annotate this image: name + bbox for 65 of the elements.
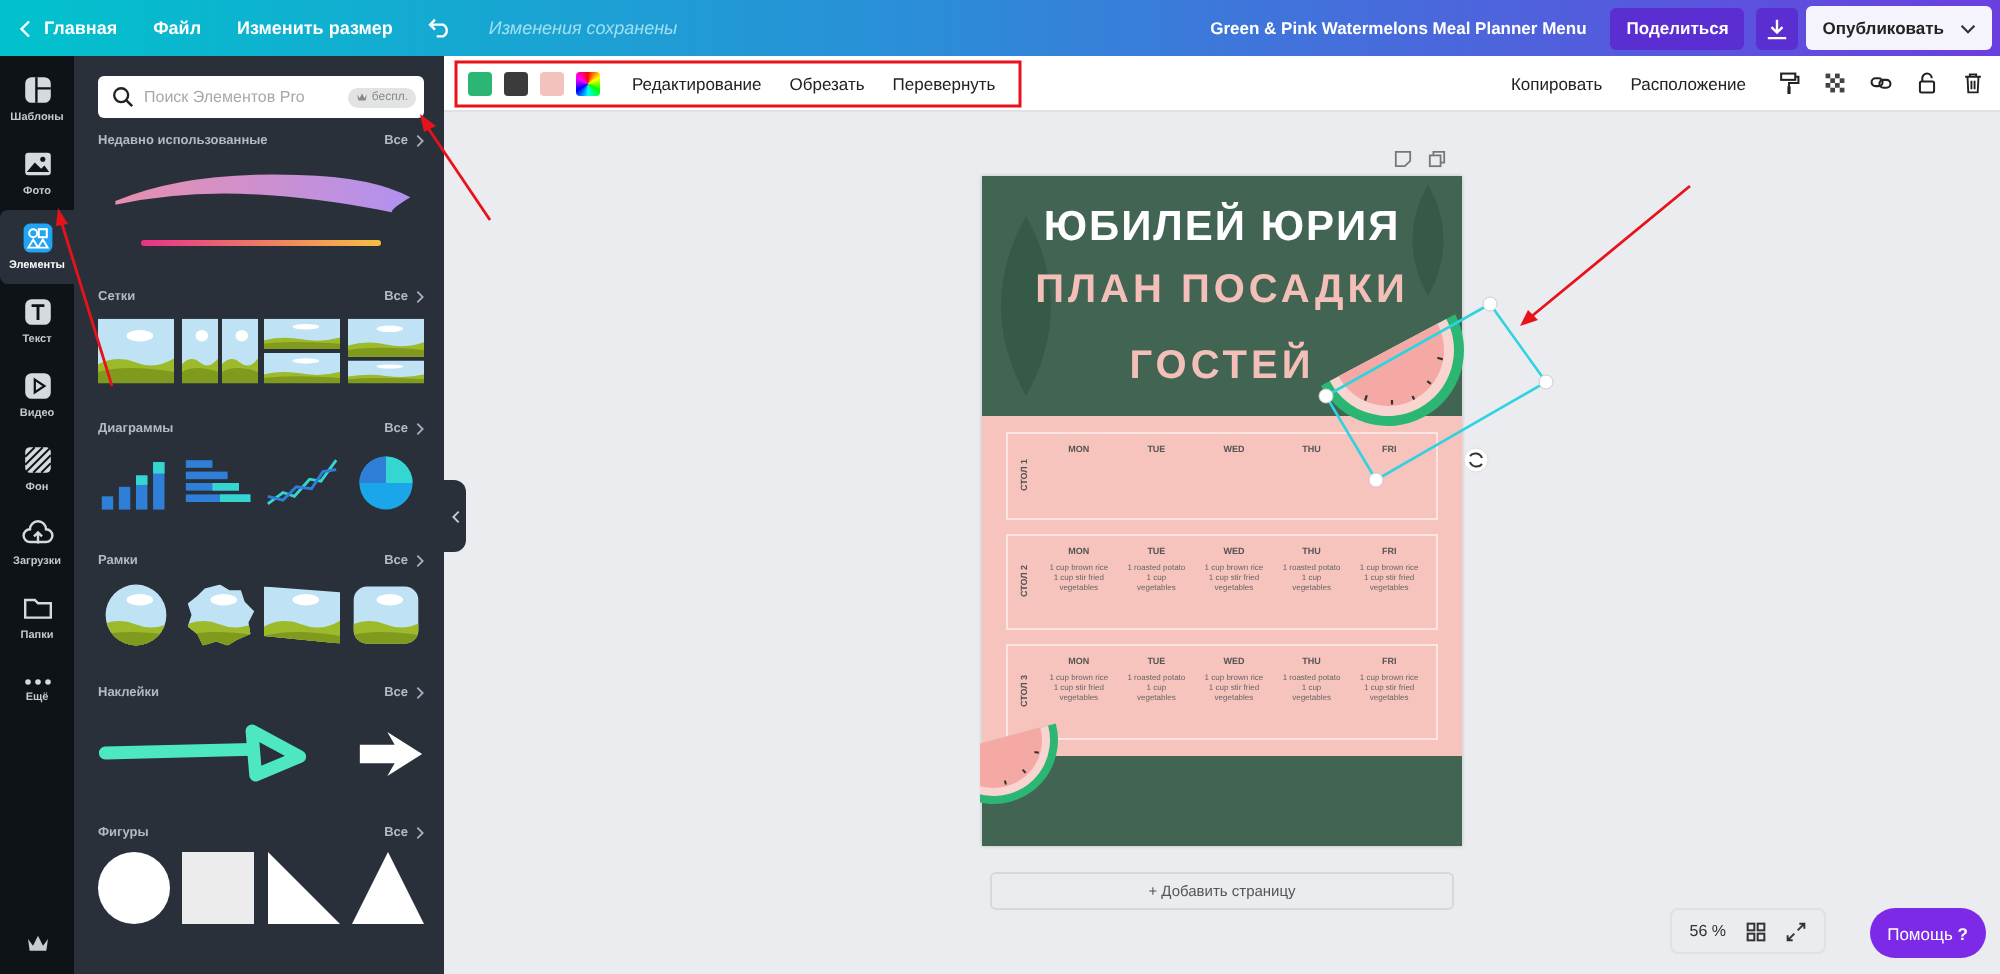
circle-shape[interactable] (98, 852, 170, 924)
chevron-right-icon (416, 422, 424, 436)
triangle-shape[interactable] (351, 852, 424, 924)
chevron-left-icon (451, 509, 459, 523)
image-icon (21, 148, 53, 180)
document-title: Green & Pink Watermelons Meal Planner Menu (1210, 18, 1587, 38)
chevron-right-icon (416, 290, 424, 304)
toolbar-button[interactable]: Копировать (1502, 73, 1611, 93)
download-button[interactable] (1756, 7, 1799, 49)
copy-icon[interactable] (1428, 150, 1446, 168)
page-heading: ЮБИЛЕЙ ЮРИЯ (1043, 202, 1401, 254)
chevron-right-icon (416, 134, 424, 148)
arrow-sticker[interactable] (358, 729, 424, 777)
paint-roller-icon[interactable] (1778, 72, 1800, 94)
lock-icon[interactable] (1916, 72, 1938, 94)
watermelon-slice-drawing (980, 723, 1058, 804)
play-icon (21, 370, 53, 402)
toolbar-button[interactable]: Расположение (1622, 73, 1754, 93)
annotation-arrow (420, 114, 492, 221)
search-field[interactable]: Поиск Элементов Pro (144, 88, 338, 106)
share-button[interactable]: Поделиться (1610, 7, 1745, 49)
caret-icon (1960, 23, 1976, 33)
trash-icon[interactable] (1962, 72, 1984, 94)
text-icon (21, 296, 53, 328)
color-swatch[interactable] (540, 71, 564, 95)
hatch-icon (21, 444, 53, 476)
note-icon[interactable] (1394, 150, 1412, 168)
right-triangle-shape[interactable] (267, 852, 340, 924)
color-picker-icon[interactable] (576, 71, 600, 95)
link-icon[interactable] (1870, 72, 1892, 94)
panel-collapse-handle[interactable] (444, 480, 466, 552)
color-swatch[interactable] (468, 71, 492, 95)
toolbar-button[interactable]: Редактирование (624, 73, 770, 93)
more-icon (21, 678, 53, 686)
layout-icon (21, 74, 53, 106)
toolbar-button[interactable]: Перевернуть (884, 73, 1004, 93)
publish-button[interactable]: Опубликовать (1806, 6, 1992, 50)
grid-layout-thumbnail[interactable] (181, 316, 258, 386)
rotate-handle-icon[interactable] (1463, 447, 1489, 473)
fullscreen-icon[interactable] (1786, 921, 1806, 941)
grid-layout-thumbnail[interactable] (98, 316, 174, 386)
download-icon (1766, 17, 1789, 39)
cloud-upload-icon (21, 518, 53, 550)
shapes-icon (21, 222, 53, 254)
color-swatch[interactable] (504, 71, 528, 95)
watermelon-slice-drawing[interactable] (1320, 314, 1464, 426)
chevron-right-icon (416, 826, 424, 840)
crown-icon (355, 92, 368, 102)
toolbar-button[interactable]: Обрезать (781, 73, 873, 93)
zoom-level[interactable]: 56 % (1689, 922, 1726, 940)
grid-layout-thumbnail[interactable] (347, 316, 424, 386)
crown-icon (25, 934, 49, 954)
undo-icon[interactable] (428, 18, 453, 38)
grid-view-icon[interactable] (1746, 921, 1766, 941)
grid-layout-thumbnail[interactable] (264, 316, 341, 386)
design-page[interactable] (982, 176, 1462, 846)
save-status: Изменения сохранены (488, 18, 678, 38)
transparency-icon[interactable] (1824, 72, 1846, 94)
chevron-right-icon (416, 554, 424, 568)
help-button[interactable]: Помощь ? (1869, 908, 1986, 958)
page-subheading: ПЛАН ПОСАДКИ (1035, 266, 1409, 316)
chevron-right-icon (416, 686, 424, 700)
search-icon (112, 86, 134, 108)
page-subheading: ГОСТЕЙ (1129, 339, 1315, 392)
chevron-left-icon (20, 19, 32, 37)
